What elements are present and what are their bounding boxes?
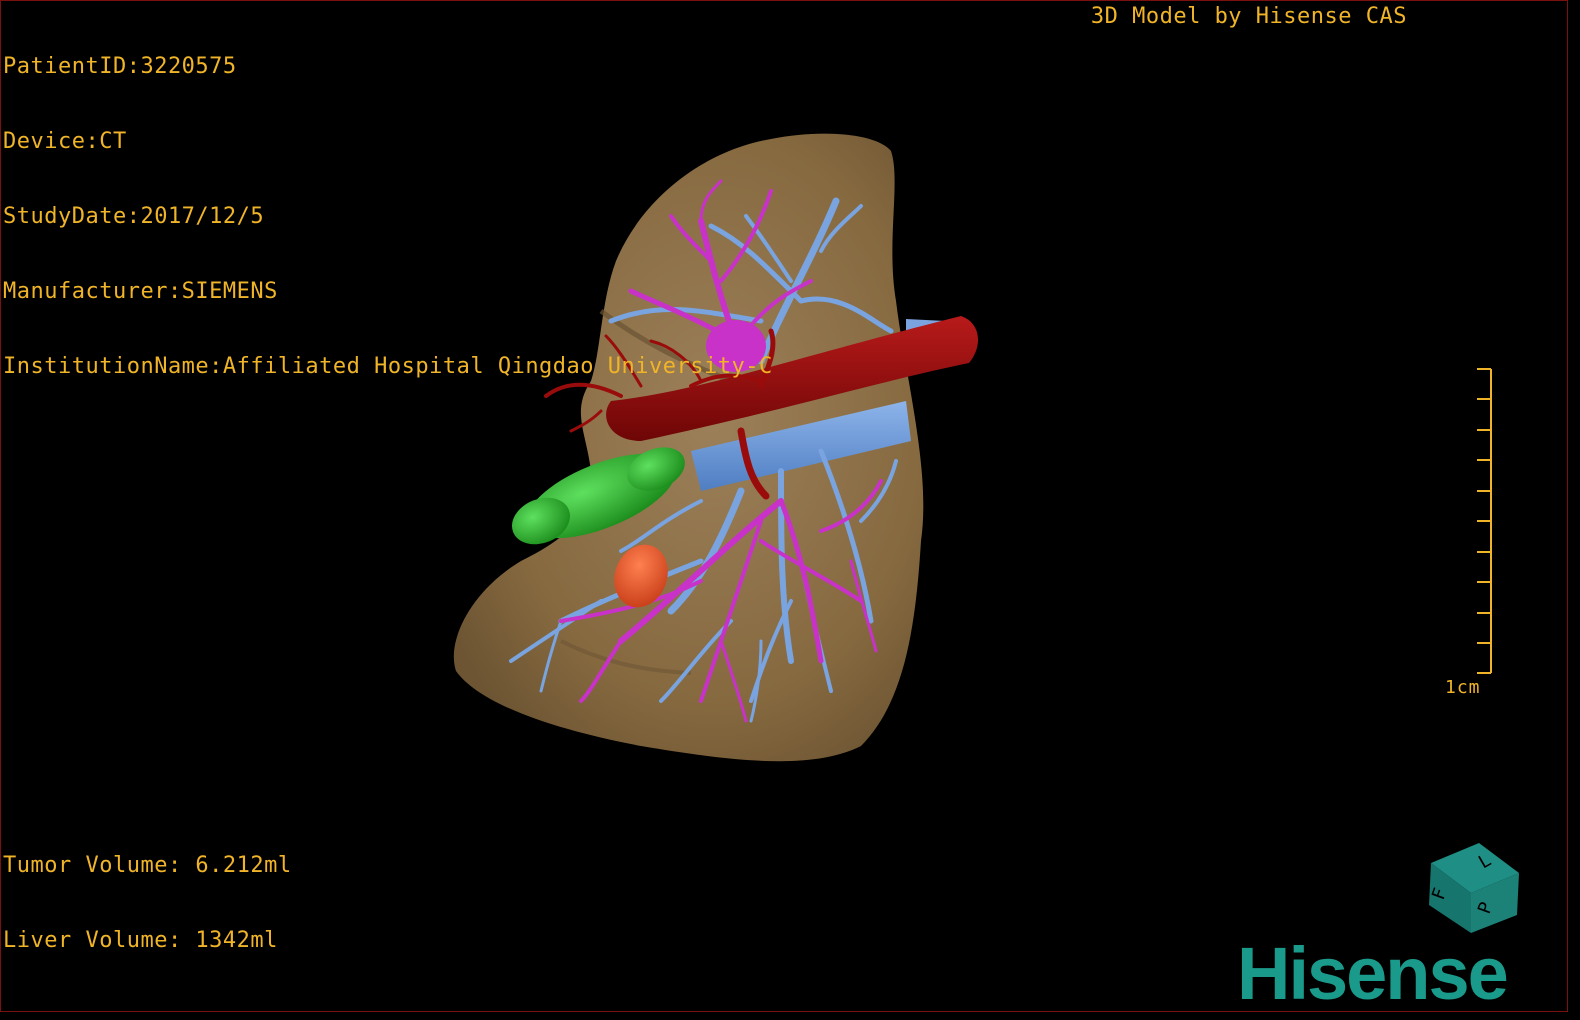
study-date-label: StudyDate:2017/12/5 — [3, 204, 265, 229]
device-label: Device:CT — [3, 129, 127, 154]
patient-id-label: PatientID:3220575 — [3, 54, 237, 79]
3d-viewport[interactable]: PatientID:3220575 Device:CT StudyDate:20… — [0, 0, 1568, 1012]
dicom-info-panel: PatientID:3220575 Device:CT StudyDate:20… — [3, 4, 773, 429]
liver-volume-label: Liver Volume: 1342ml — [3, 928, 278, 953]
institution-label: InstitutionName:Affiliated Hospital Qing… — [3, 354, 773, 379]
scale-bar — [1477, 368, 1492, 674]
manufacturer-label: Manufacturer:SIEMENS — [3, 279, 278, 304]
hisense-logo: Hisense — [1237, 932, 1509, 1012]
volume-measurements: Tumor Volume: 6.212ml Liver Volume: 1342… — [3, 803, 292, 1003]
app-title: 3D Model by Hisense CAS — [1090, 4, 1407, 29]
scale-bar-label: 1cm — [1445, 677, 1481, 698]
orientation-cube-icon[interactable]: F L P — [1419, 833, 1525, 937]
tumor-volume-label: Tumor Volume: 6.212ml — [3, 853, 292, 878]
